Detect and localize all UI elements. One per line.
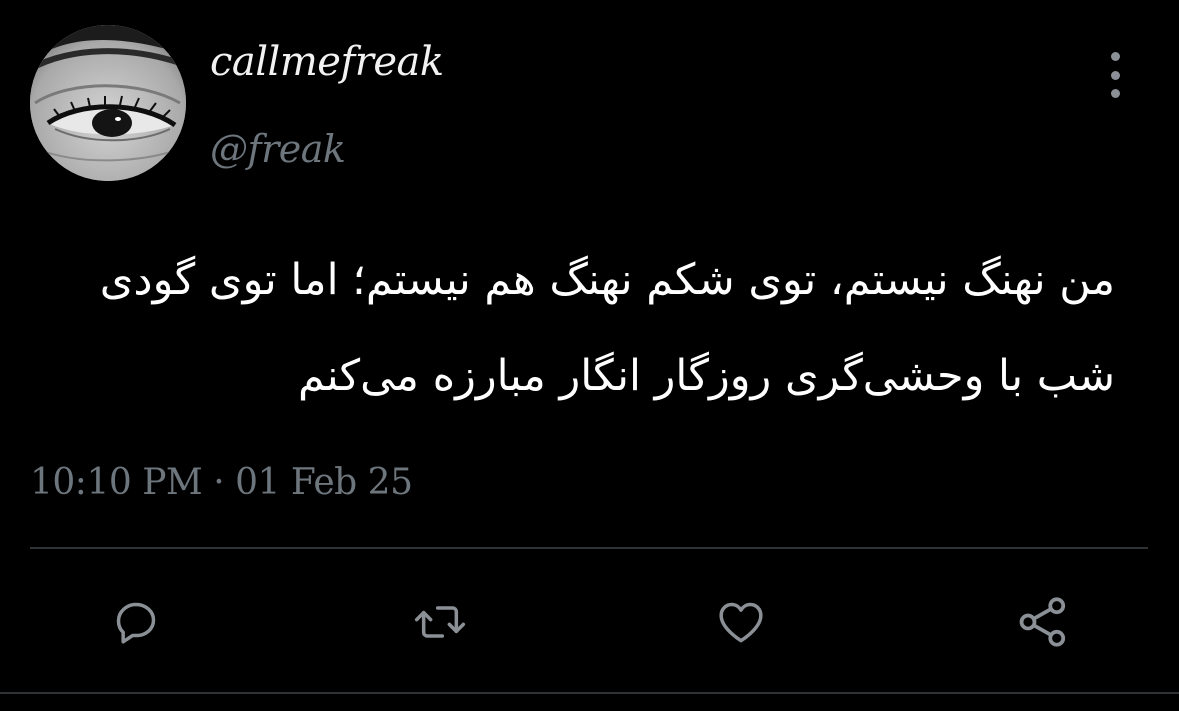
- reply-button[interactable]: [104, 590, 168, 654]
- avatar[interactable]: [30, 25, 186, 181]
- like-button[interactable]: [709, 590, 773, 654]
- bottom-divider: [0, 692, 1179, 694]
- reply-icon: [116, 602, 156, 644]
- eye-photo-icon: [30, 25, 186, 181]
- user-handle[interactable]: @freak: [210, 130, 346, 168]
- heart-icon: [719, 602, 763, 643]
- display-name[interactable]: callmefreak: [210, 42, 444, 82]
- share-button[interactable]: [1011, 590, 1075, 654]
- divider: [30, 547, 1148, 549]
- timestamp[interactable]: 10:10 PM · 01 Feb 25: [30, 465, 413, 501]
- tweet-text-line: شب با وحشی‌گری روزگار انگار مبارزه می‌کن…: [298, 351, 1115, 401]
- retweet-icon: [414, 606, 466, 638]
- more-vertical-icon: [1110, 52, 1120, 61]
- tweet-card: callmefreak @freak من نهنگ نیستم، توی شک…: [0, 0, 1179, 711]
- tweet-text: من نهنگ نیستم، توی شکم نهنگ هم نیستم؛ ام…: [30, 232, 1115, 424]
- tweet-text-line: من نهنگ نیستم، توی شکم نهنگ هم نیستم؛ ام…: [99, 255, 1115, 305]
- retweet-button[interactable]: [408, 590, 472, 654]
- share-icon: [1019, 597, 1066, 647]
- more-options-button[interactable]: [1098, 52, 1132, 98]
